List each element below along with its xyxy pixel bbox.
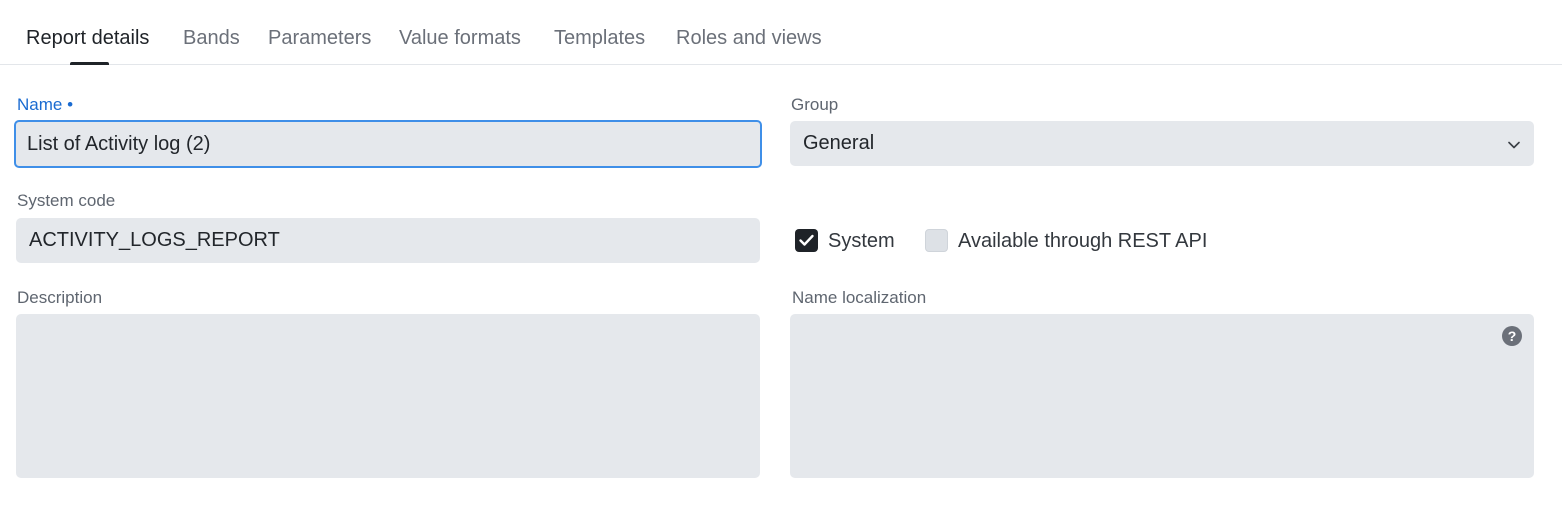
name-localization-label: Name localization [792, 288, 927, 307]
tab-bands[interactable]: Bands [183, 27, 240, 50]
system-code-input-value: ACTIVITY_LOGS_REPORT [29, 229, 280, 251]
tab-roles-and-views[interactable]: Roles and views [676, 27, 822, 50]
tab-report-details[interactable]: Report details [26, 27, 149, 50]
group-select[interactable]: General [790, 121, 1534, 166]
system-checkbox[interactable] [795, 229, 818, 252]
name-input[interactable]: List of Activity log (2) [14, 120, 762, 168]
system-code-input[interactable]: ACTIVITY_LOGS_REPORT [16, 218, 760, 263]
help-icon[interactable]: ? [1502, 326, 1522, 346]
rest-api-checkbox-label[interactable]: Available through REST API [958, 230, 1207, 253]
tab-bar: Report details Bands Parameters Value fo… [0, 0, 1562, 65]
tab-value-formats[interactable]: Value formats [399, 27, 521, 50]
group-select-value: General [803, 132, 875, 154]
name-label: Name • [17, 95, 74, 114]
tab-parameters[interactable]: Parameters [268, 27, 371, 50]
tab-templates[interactable]: Templates [554, 27, 645, 50]
system-checkbox-label[interactable]: System [828, 230, 895, 253]
description-label: Description [17, 288, 103, 307]
name-input-value: List of Activity log (2) [27, 132, 211, 155]
name-localization-textarea[interactable]: ? [790, 314, 1534, 478]
checkmark-icon [799, 234, 814, 246]
chevron-down-icon [1508, 141, 1520, 148]
rest-api-checkbox[interactable] [925, 229, 948, 252]
system-code-label: System code [17, 191, 116, 210]
active-tab-indicator [70, 62, 109, 65]
description-textarea[interactable] [16, 314, 760, 478]
group-label: Group [791, 95, 839, 114]
